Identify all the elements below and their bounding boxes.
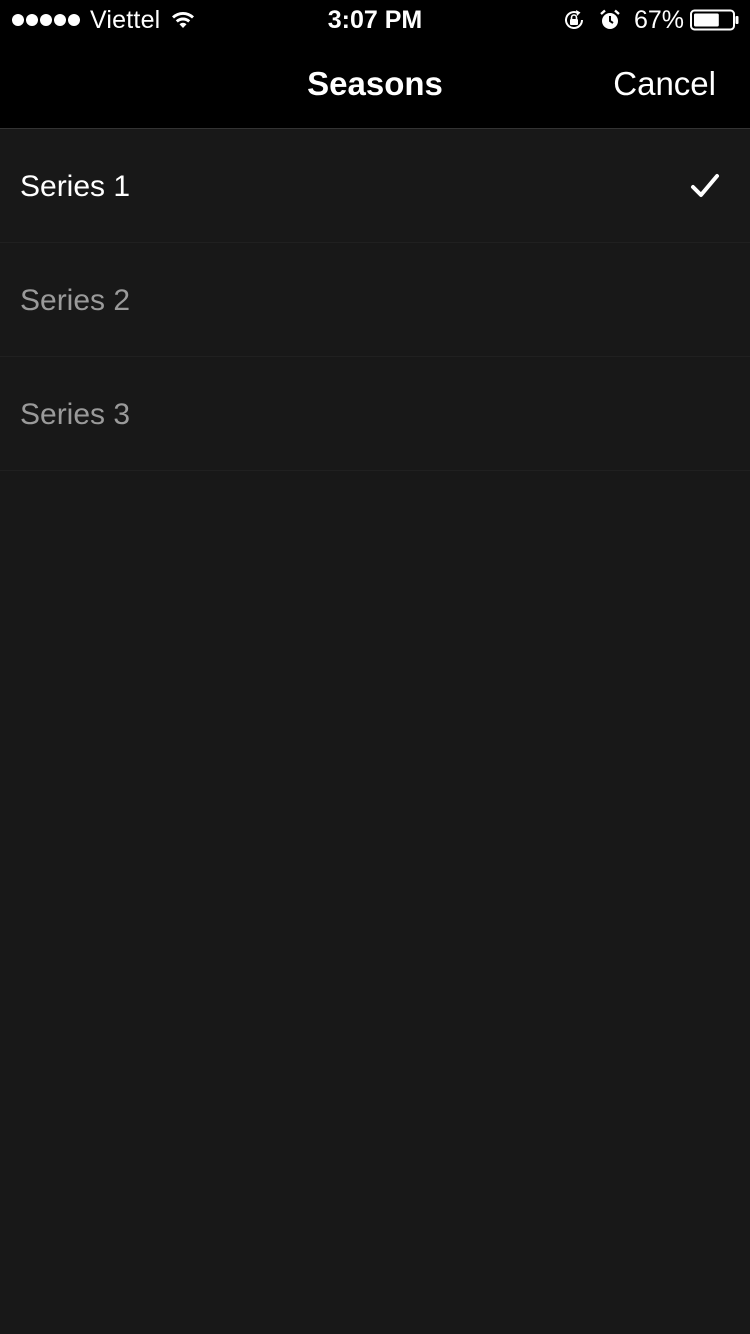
season-row-series-1[interactable]: Series 1 <box>0 129 750 243</box>
season-row-series-2[interactable]: Series 2 <box>0 243 750 357</box>
seasons-list: Series 1 Series 2 Series 3 <box>0 129 750 471</box>
status-bar-right: 67% <box>562 0 740 40</box>
app-screen: Viettel 3:07 PM 67% Seasons Cancel Serie… <box>0 0 750 1334</box>
orientation-lock-icon <box>562 8 586 32</box>
cancel-button[interactable]: Cancel <box>613 40 716 128</box>
battery-percent: 67% <box>633 5 684 34</box>
status-bar: Viettel 3:07 PM 67% <box>0 0 750 40</box>
season-label: Series 3 <box>20 398 131 431</box>
navigation-bar: Seasons Cancel <box>0 40 750 129</box>
battery-icon <box>690 9 740 31</box>
season-row-series-3[interactable]: Series 3 <box>0 357 750 471</box>
season-label: Series 2 <box>20 284 131 317</box>
checkmark-icon <box>691 174 719 197</box>
alarm-icon <box>598 8 622 32</box>
season-label: Series 1 <box>20 170 131 203</box>
